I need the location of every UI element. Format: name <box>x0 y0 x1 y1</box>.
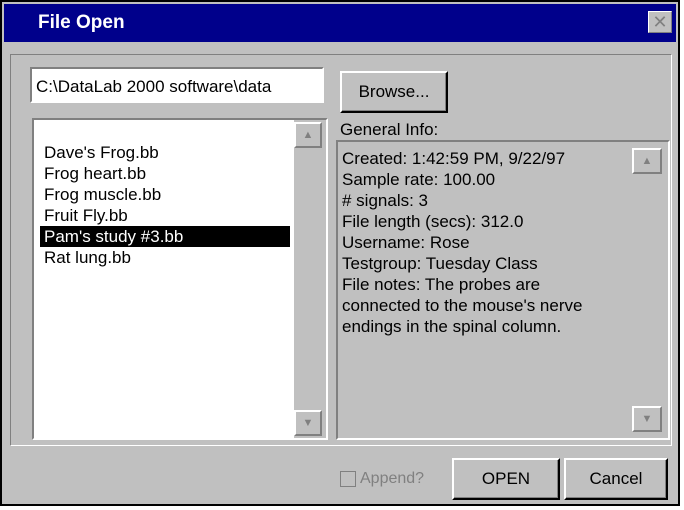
cancel-button[interactable]: Cancel <box>564 458 668 500</box>
title-bar: File Open ✕ <box>4 4 676 42</box>
list-item[interactable]: Fruit Fly.bb <box>40 205 290 226</box>
info-scrollbar[interactable]: ▲ ▼ <box>632 142 666 438</box>
info-line: Sample rate: 100.00 <box>342 170 496 189</box>
window-title: File Open <box>38 12 125 33</box>
list-item[interactable]: Dave's Frog.bb <box>40 142 290 163</box>
info-line: # signals: 3 <box>342 191 428 210</box>
file-list-scrollbar[interactable]: ▲ ▼ <box>294 120 326 438</box>
info-line: File notes: The probes are <box>342 275 541 294</box>
general-info-label: General Info: <box>340 120 439 139</box>
info-line: Created: 1:42:59 PM, 9/22/97 <box>342 149 566 168</box>
append-checkbox[interactable]: Append? <box>340 470 424 488</box>
file-list-items: Dave's Frog.bb Frog heart.bb Frog muscle.b… <box>40 142 290 268</box>
close-icon[interactable]: ✕ <box>648 11 672 33</box>
browse-button[interactable]: Browse... <box>340 71 448 113</box>
file-list[interactable]: Dave's Frog.bb Frog heart.bb Frog muscle.b… <box>32 118 328 440</box>
scroll-up-arrow-icon[interactable]: ▲ <box>294 122 322 148</box>
list-item[interactable]: Pam's study #3.bb <box>40 226 290 247</box>
append-checkbox-box[interactable] <box>340 471 356 487</box>
info-line: File length (secs): 312.0 <box>342 212 524 231</box>
general-info-box[interactable]: Created: 1:42:59 PM, 9/22/97 Sample rate:… <box>336 140 670 440</box>
path-input[interactable]: C:\DataLab 2000 software\data <box>30 67 324 103</box>
info-line: Testgroup: Tuesday Class <box>342 254 538 273</box>
info-line: connected to the mouse's nerve <box>342 296 583 315</box>
list-item[interactable]: Frog muscle.bb <box>40 184 290 205</box>
info-line: Username: Rose <box>342 233 470 252</box>
general-info-text: Created: 1:42:59 PM, 9/22/97 Sample rate:… <box>342 148 628 337</box>
scroll-down-arrow-icon[interactable]: ▼ <box>632 406 662 432</box>
append-label: Append? <box>360 470 425 487</box>
open-button[interactable]: OPEN <box>452 458 560 500</box>
scroll-down-arrow-icon[interactable]: ▼ <box>294 410 322 436</box>
info-line: endings in the spinal column. <box>342 317 562 336</box>
list-item[interactable]: Rat lung.bb <box>40 247 290 268</box>
list-item[interactable]: Frog heart.bb <box>40 163 290 184</box>
scroll-up-arrow-icon[interactable]: ▲ <box>632 148 662 174</box>
